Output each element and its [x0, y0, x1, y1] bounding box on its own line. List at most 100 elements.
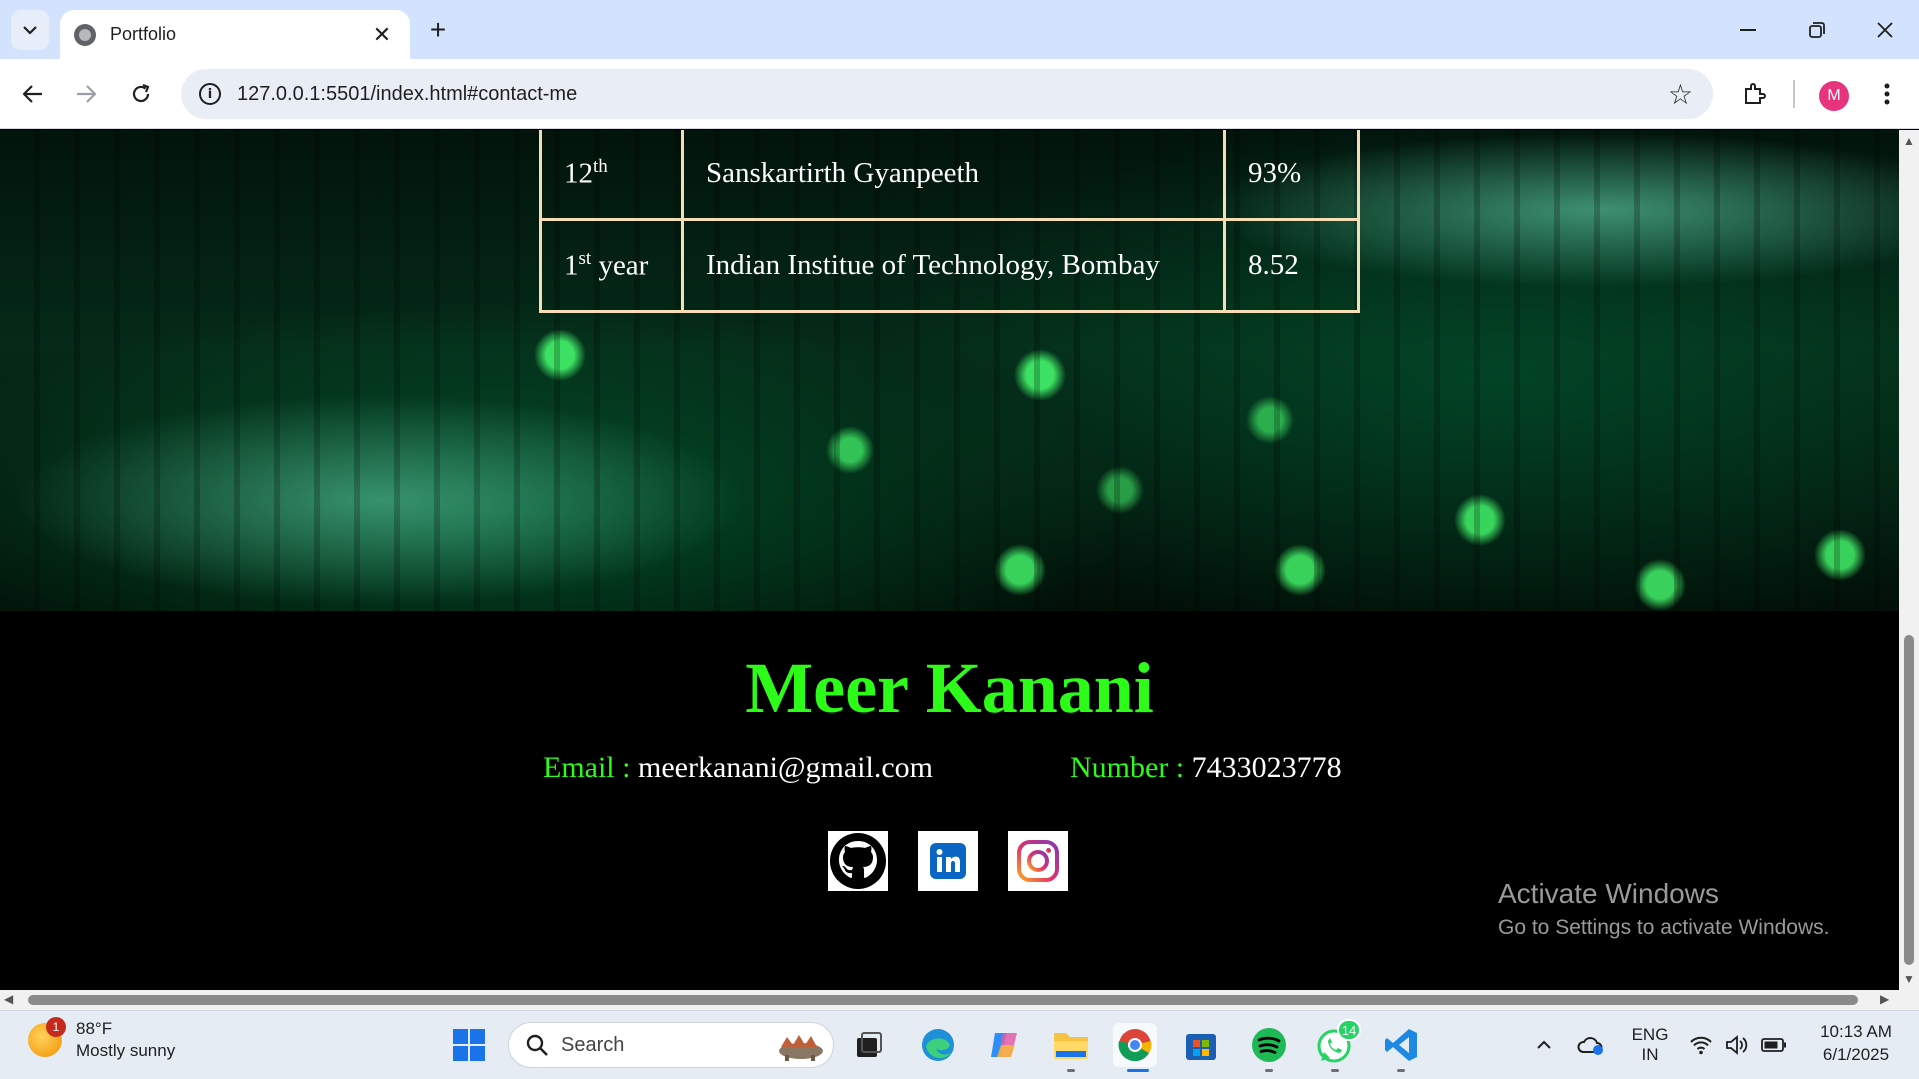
footer-name: Meer Kanani — [745, 648, 1154, 728]
contact-footer: Meer Kanani Email : meerkanani@gmail.com… — [0, 611, 1899, 990]
onedrive-button[interactable] — [1569, 1023, 1613, 1067]
vscode-button[interactable] — [1379, 1023, 1423, 1067]
globe-icon — [74, 23, 96, 46]
bookmark-star-icon[interactable]: ☆ — [1668, 78, 1693, 111]
chevron-down-icon — [23, 26, 37, 35]
quick-settings-button[interactable] — [1683, 1023, 1793, 1067]
chrome-button[interactable] — [1113, 1023, 1157, 1067]
email-label: Email : — [543, 751, 638, 784]
weather-badge: 1 — [46, 1017, 66, 1037]
search-placeholder: Search — [561, 1033, 625, 1056]
cloud-icon — [1577, 1037, 1603, 1055]
vertical-scroll-thumb[interactable] — [1904, 635, 1914, 965]
level-suffix: year — [591, 249, 649, 282]
scroll-right-arrow-icon[interactable]: ▶ — [1880, 992, 1889, 1006]
github-link[interactable] — [828, 831, 888, 891]
weather-widget[interactable]: 1 88°F Mostly sunny — [28, 1017, 176, 1061]
level-superscript: th — [593, 156, 608, 178]
chrome-icon — [1118, 1029, 1152, 1062]
weather-temperature: 88°F — [76, 1019, 113, 1038]
address-bar[interactable]: i 127.0.0.1:5501/index.html#contact-me ☆ — [181, 69, 1713, 119]
restore-icon — [1809, 22, 1825, 38]
whatsapp-badge: 14 — [1337, 1019, 1361, 1041]
dinosaur-icon — [779, 1035, 823, 1061]
watermark-title: Activate Windows — [1498, 878, 1719, 909]
score-cell: 93% — [1223, 130, 1360, 221]
table-row: 12th Sanskartirth Gyanpeeth 93% — [539, 130, 1360, 221]
close-icon — [1877, 22, 1893, 38]
spotify-running-indicator — [1265, 1069, 1273, 1072]
tab-portfolio[interactable]: Portfolio ✕ — [60, 10, 410, 59]
vscode-icon — [1385, 1029, 1417, 1061]
scroll-up-arrow-icon[interactable]: ▲ — [1899, 134, 1919, 148]
weather-sun-icon: 1 — [28, 1017, 66, 1057]
close-tab-icon[interactable]: ✕ — [368, 22, 396, 48]
tray-overflow-button[interactable] — [1522, 1023, 1566, 1067]
spotify-button[interactable] — [1247, 1023, 1291, 1067]
language-top: ENG — [1631, 1025, 1669, 1044]
language-bottom: IN — [1641, 1045, 1659, 1064]
level-text: 1 — [564, 249, 579, 282]
windows-taskbar: 1 88°F Mostly sunny Search 14 ENG IN 10:… — [0, 1010, 1919, 1079]
clock[interactable]: 10:13 AM 6/1/2025 — [1808, 1022, 1904, 1065]
toolbar-divider — [1793, 80, 1795, 108]
start-button[interactable] — [447, 1023, 491, 1067]
clock-time: 10:13 AM — [1820, 1022, 1892, 1041]
back-arrow-icon — [23, 85, 42, 103]
reload-button[interactable] — [121, 74, 161, 114]
level-text: 12 — [564, 157, 593, 190]
page-viewport: 12th Sanskartirth Gyanpeeth 93% 1st year… — [0, 130, 1899, 990]
battery-icon — [1761, 1038, 1786, 1052]
watermark-subtitle: Go to Settings to activate Windows. — [1498, 916, 1830, 939]
tab-title: Portfolio — [110, 24, 177, 44]
forward-button[interactable] — [66, 74, 106, 114]
linkedin-link[interactable] — [918, 831, 978, 891]
number-label: Number : — [1070, 751, 1192, 784]
tab-search-button[interactable] — [11, 10, 49, 50]
scroll-down-arrow-icon[interactable]: ▼ — [1899, 972, 1919, 986]
profile-avatar[interactable]: M — [1819, 81, 1849, 111]
browser-toolbar: i 127.0.0.1:5501/index.html#contact-me ☆… — [0, 59, 1919, 129]
weather-description: Mostly sunny — [76, 1041, 176, 1060]
instagram-link[interactable] — [1008, 831, 1068, 891]
scroll-left-arrow-icon[interactable]: ◀ — [4, 992, 13, 1006]
new-tab-button[interactable]: + — [420, 12, 456, 48]
minimize-icon — [1740, 29, 1756, 31]
vertical-scrollbar[interactable]: ▲ ▼ — [1899, 130, 1919, 990]
edge-button[interactable] — [916, 1023, 960, 1067]
microsoft-store-button[interactable] — [1179, 1023, 1223, 1067]
windows-logo-icon — [453, 1029, 485, 1061]
horizontal-scroll-thumb[interactable] — [28, 995, 1858, 1005]
edge-icon — [922, 1029, 954, 1061]
horizontal-scrollbar[interactable]: ◀ ▶ — [0, 990, 1919, 1010]
extensions-button[interactable] — [1734, 74, 1774, 114]
level-cell: 12th — [539, 130, 684, 221]
institute-cell: Sanskartirth Gyanpeeth — [681, 130, 1226, 221]
restore-button[interactable] — [1787, 10, 1847, 50]
number-contact: Number : 7433023778 — [1070, 751, 1342, 785]
number-value: 7433023778 — [1191, 751, 1342, 784]
wifi-icon — [1690, 1036, 1712, 1055]
email-value[interactable]: meerkanani@gmail.com — [638, 751, 933, 784]
site-info-icon[interactable]: i — [199, 83, 221, 105]
chevron-up-icon — [1537, 1040, 1551, 1049]
whatsapp-running-indicator — [1331, 1069, 1339, 1072]
whatsapp-button[interactable]: 14 — [1313, 1019, 1361, 1067]
file-explorer-button[interactable] — [1049, 1023, 1093, 1067]
task-view-button[interactable] — [847, 1023, 891, 1067]
instagram-icon — [1017, 840, 1059, 882]
copilot-button[interactable] — [983, 1023, 1027, 1067]
taskbar-search[interactable]: Search — [508, 1022, 834, 1068]
back-button[interactable] — [13, 74, 53, 114]
activate-windows-watermark: Activate Windows Go to Settings to activ… — [1498, 878, 1830, 940]
url-text[interactable]: 127.0.0.1:5501/index.html#contact-me — [237, 83, 1668, 106]
volume-icon — [1726, 1035, 1748, 1055]
minimize-button[interactable] — [1718, 10, 1778, 50]
file-explorer-running-indicator — [1067, 1069, 1075, 1072]
task-view-icon — [857, 1032, 882, 1057]
close-window-button[interactable] — [1855, 10, 1915, 50]
github-icon — [830, 833, 886, 889]
language-indicator[interactable]: ENG IN — [1630, 1025, 1670, 1065]
browser-menu-button[interactable] — [1867, 74, 1907, 114]
chrome-active-indicator — [1127, 1069, 1149, 1072]
